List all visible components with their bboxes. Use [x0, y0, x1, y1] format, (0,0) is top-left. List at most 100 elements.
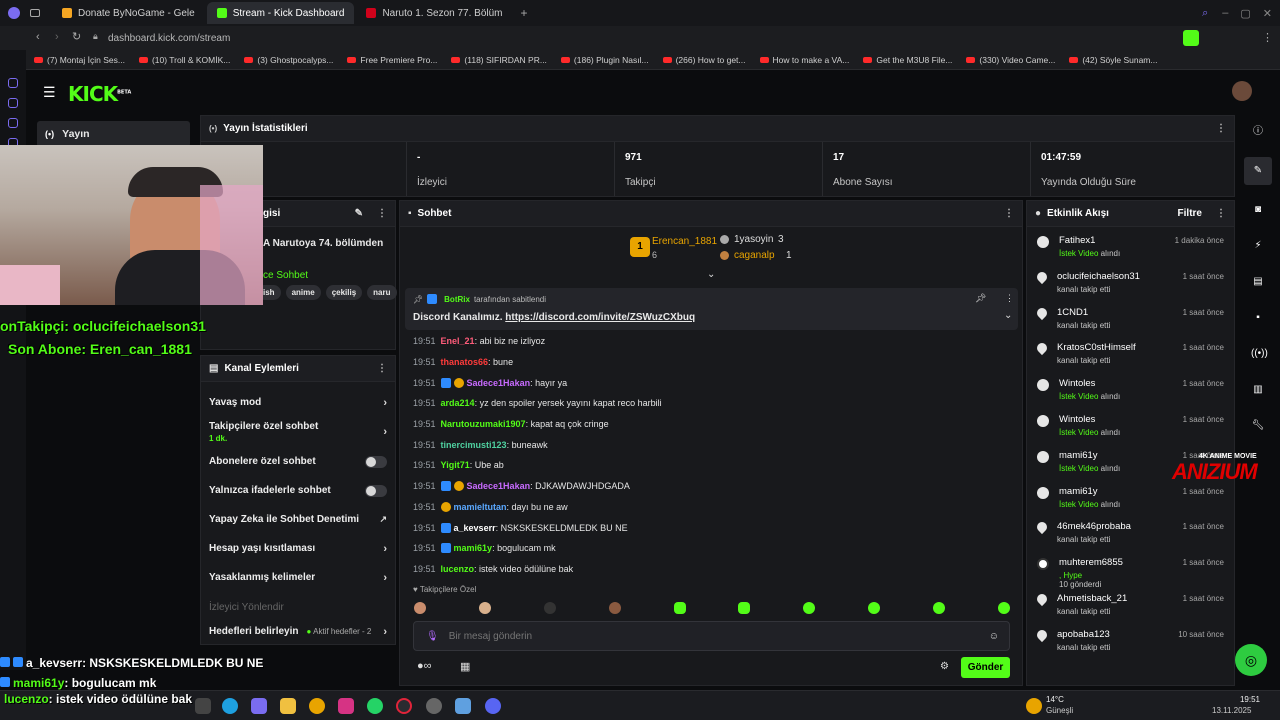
weather-icon[interactable]	[1026, 698, 1042, 714]
chat-message[interactable]: 19:51 arda214: yz den spoiler yersek yayı…	[413, 393, 1013, 414]
chat-message[interactable]: 19:51 Yigit71: Ube ab	[413, 455, 1013, 476]
emote[interactable]	[414, 602, 426, 614]
document-icon[interactable]: ▤	[1251, 275, 1265, 289]
forward-icon[interactable]: ›	[55, 31, 59, 43]
chat-message[interactable]: 19:51 tinercimusti123: buneawk	[413, 434, 1013, 455]
minimize-button[interactable]: –	[1222, 7, 1228, 19]
clock-date[interactable]: 13.11.2025	[1212, 706, 1251, 715]
help-support-icon[interactable]: ◎	[1235, 644, 1267, 676]
tag[interactable]: naru	[367, 285, 397, 300]
info-icon[interactable]: ⓘ	[1251, 125, 1265, 139]
settings-icon[interactable]: ⚙	[940, 661, 949, 672]
sidebar-item-stream[interactable]: (•) Yayın	[37, 121, 190, 147]
maximize-button[interactable]: ▢	[1240, 7, 1250, 20]
message-username[interactable]: thanatos66	[441, 357, 489, 367]
opera-icon[interactable]	[396, 698, 412, 714]
tag[interactable]: çekiliş	[325, 285, 363, 300]
chat-message[interactable]: 19:51 a_kevserr: NSKSKESKELDMLEDK BU NE	[413, 517, 1013, 538]
discord-icon[interactable]	[485, 698, 501, 714]
back-icon[interactable]: ‹	[36, 31, 40, 43]
obs-icon[interactable]	[426, 698, 442, 714]
activity-menu-icon[interactable]: ⋮	[1216, 208, 1226, 219]
reload-icon[interactable]: ↻	[72, 30, 81, 43]
message-username[interactable]: lucenzo	[441, 564, 475, 574]
gifter-3-name[interactable]: caganalp	[734, 250, 775, 261]
activity-event[interactable]: Fatihex1 İstek Video alındı 1 dakika önce	[1027, 229, 1234, 265]
emote-only-toggle[interactable]	[365, 484, 387, 497]
extension-active-icon[interactable]	[1183, 30, 1199, 46]
kick-logo[interactable]: KICKBETA	[68, 82, 131, 106]
bookmark-item[interactable]: (7) Montaj İçin Ses...	[34, 55, 125, 65]
bookmark-item[interactable]: How to make a VA...	[759, 55, 849, 65]
activity-event[interactable]: oclucifeichaelson31 kanalı takip etti 1 sa…	[1027, 265, 1234, 301]
clock-time[interactable]: 19:51	[1230, 695, 1270, 704]
action-followers-only[interactable]: Takipçilere özel sohbet 1 dk. ›	[201, 417, 395, 447]
stats-menu-icon[interactable]: ⋮	[1216, 123, 1226, 134]
url-field[interactable]: dashboard.kick.com/stream	[108, 33, 230, 44]
activity-event[interactable]: 46mek46probaba kanalı takip etti 1 saat ön…	[1027, 515, 1234, 551]
activity-event[interactable]: Ahmetisback_21 kanalı takip etti 1 saat ön…	[1027, 587, 1234, 623]
menu-icon[interactable]: ⋮	[1262, 31, 1273, 44]
message-username[interactable]: mami61y	[454, 543, 493, 553]
edge-icon[interactable]	[222, 698, 238, 714]
send-button[interactable]: Gönder	[961, 657, 1010, 678]
discord-link[interactable]: https://discord.com/invite/ZSWuzCXbuq	[505, 312, 695, 323]
mic-icon[interactable]: 🎙︎	[426, 631, 439, 642]
pinned-menu-icon[interactable]: ⋮	[1005, 293, 1014, 304]
weather-temp[interactable]: 14°C	[1046, 695, 1064, 704]
action-emote-only[interactable]: Yalnızca ifadelerle sohbet	[201, 476, 395, 505]
activity-event[interactable]: apobaba123 kanalı takip etti 10 saat önce	[1027, 623, 1234, 659]
message-username[interactable]: a_kevserr	[454, 523, 496, 533]
emote[interactable]	[868, 602, 881, 614]
emote[interactable]	[738, 602, 751, 614]
chat-message[interactable]: 19:51 mami61y: bogulucam mk	[413, 538, 1013, 559]
chat-bubble-icon[interactable]: ▪	[1251, 311, 1265, 325]
stream-category[interactable]: ce Sohbet	[263, 270, 308, 281]
emote[interactable]	[478, 602, 491, 614]
top-gifter-name[interactable]: Erencan_1881	[652, 236, 717, 247]
tab-donate[interactable]: Donate ByNoGame - Gele	[52, 2, 205, 24]
action-slow-mode[interactable]: Yavaş mod ›	[201, 388, 395, 417]
chrome-icon[interactable]	[309, 698, 325, 714]
kick-points-icon[interactable]: ●∞	[417, 660, 432, 672]
bookmark-item[interactable]: (3) Ghostpocalyps...	[244, 55, 333, 65]
instagram-icon[interactable]	[338, 698, 354, 714]
unpin-icon[interactable]: 📌︎	[975, 293, 986, 304]
chat-message[interactable]: 19:51 Sadece1Hakan: DJKAWDAWJHDGADA	[413, 476, 1013, 497]
tool-selected[interactable]: ✎	[1244, 157, 1272, 185]
message-username[interactable]: Sadece1Hakan	[467, 378, 531, 388]
filter-button[interactable]: Filtre	[1178, 208, 1202, 219]
edit-icon[interactable]: ✎	[355, 208, 363, 219]
activity-event[interactable]: muhterem6855, Hype 10 gönderdi 1 saat önce	[1027, 551, 1234, 589]
stream-info-menu-icon[interactable]: ⋮	[377, 208, 387, 219]
bookmark-item[interactable]: Free Premiere Pro...	[347, 55, 437, 65]
emoji-icon[interactable]: ☺	[989, 631, 999, 642]
chat-menu-icon[interactable]: ⋮	[1004, 208, 1014, 219]
bookmark-item[interactable]: (42) Söyle Sunam...	[1069, 55, 1157, 65]
chat-message[interactable]: 19:51 Enel_21: abi biz ne izliyoz	[413, 331, 1013, 352]
wrench-icon[interactable]: 🔧︎	[1251, 419, 1265, 433]
action-subscribers-only[interactable]: Abonelere özel sohbet	[201, 447, 395, 476]
message-username[interactable]: arda214	[441, 398, 475, 408]
message-username[interactable]: Sadece1Hakan	[467, 481, 531, 491]
tab-kick-dashboard[interactable]: Stream - Kick Dashboard	[206, 2, 355, 24]
emote[interactable]	[933, 602, 945, 614]
copilot-icon[interactable]	[251, 698, 267, 714]
whatsapp-icon[interactable]	[367, 698, 383, 714]
emote[interactable]	[608, 602, 621, 614]
bookmark-item[interactable]: (330) Video Came...	[966, 55, 1055, 65]
app-icon[interactable]	[455, 698, 471, 714]
layout-icon[interactable]: ▥	[1251, 383, 1265, 397]
chat-message-input[interactable]	[448, 630, 969, 642]
activity-event[interactable]: Wintoles İstek Video alındı 1 saat önce	[1027, 372, 1234, 408]
chat-message[interactable]: 19:51 Sadece1Hakan: hayır ya	[413, 372, 1013, 393]
emote[interactable]	[543, 602, 556, 614]
close-button[interactable]: ✕	[1263, 7, 1272, 20]
tag[interactable]: anime	[285, 285, 321, 300]
chat-message[interactable]: 19:51 mamieltutan: dayı bu ne aw	[413, 497, 1013, 518]
activity-event[interactable]: 1CND1 kanalı takip etti 1 saat önce	[1027, 301, 1234, 337]
subscribers-only-toggle[interactable]	[365, 455, 387, 468]
expand-gifters-icon[interactable]: ⌄	[707, 269, 715, 280]
search-icon[interactable]: ⌕	[1202, 7, 1208, 20]
task-view-icon[interactable]	[195, 698, 211, 714]
